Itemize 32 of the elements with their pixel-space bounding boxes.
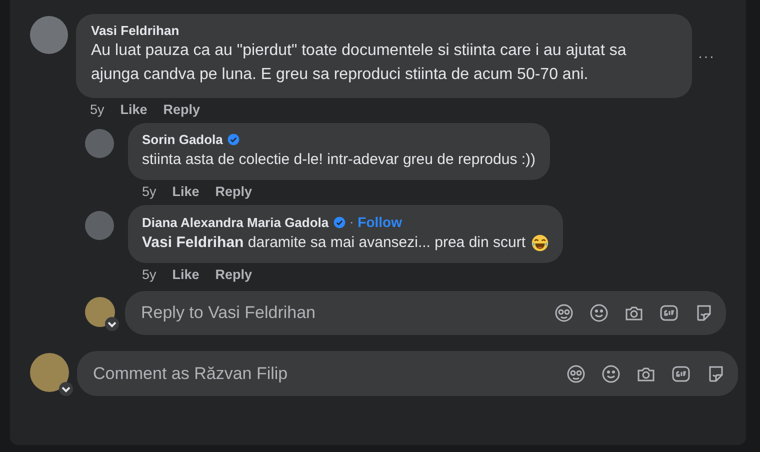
chevron-down-icon[interactable] [59, 382, 73, 396]
reply-input-field[interactable]: Reply to Vasi Feldrihan [139, 302, 554, 324]
gif-icon[interactable] [671, 364, 691, 384]
avatar-sticker-icon[interactable] [566, 364, 586, 384]
author-name[interactable]: Sorin Gadola [142, 132, 223, 147]
reply-input-box[interactable]: Reply to Vasi Feldrihan [125, 291, 726, 335]
reply-link[interactable]: Reply [215, 267, 252, 282]
comment-input-field[interactable]: Comment as Răzvan Filip [91, 362, 566, 384]
comment-text: Vasi Feldrihan daramite sa mai avansezi... prea din scurt [142, 233, 526, 253]
emoji-icon[interactable] [589, 303, 609, 323]
separator-dot: · [350, 215, 354, 229]
more-options-button[interactable]: ··· [698, 48, 715, 64]
reply-link[interactable]: Reply [215, 184, 252, 199]
like-link[interactable]: Like [120, 102, 148, 117]
author-name[interactable]: Diana Alexandra Maria Gadola [142, 214, 329, 230]
avatar[interactable] [85, 129, 114, 158]
avatar[interactable] [85, 211, 114, 240]
like-link[interactable]: Like [172, 267, 200, 282]
like-link[interactable]: Like [172, 184, 200, 199]
chevron-down-icon[interactable] [105, 317, 119, 331]
reply-link[interactable]: Reply [163, 102, 200, 117]
timestamp[interactable]: 5y [90, 102, 104, 117]
avatar-sticker-icon[interactable] [554, 303, 574, 323]
emoji-icon[interactable] [601, 364, 621, 384]
comment-text: stiinta asta de colectie d-le! intr-adevar greu de reprodus :)) [142, 150, 536, 170]
author-name[interactable]: Vasi Feldrihan [91, 23, 180, 38]
timestamp[interactable]: 5y [142, 267, 156, 282]
comment-input-box[interactable]: Comment as Răzvan Filip [77, 351, 738, 396]
gif-icon[interactable] [659, 303, 679, 323]
comment-text: Au luat pauza ca au "pierdut" toate documentele si stiinta care i au ajutat sa ajunga candva pe luna. E greu sa reproduci stiinta de acum 50-70 ani. [91, 41, 628, 85]
avatar[interactable] [30, 16, 68, 54]
timestamp[interactable]: 5y [142, 184, 156, 199]
